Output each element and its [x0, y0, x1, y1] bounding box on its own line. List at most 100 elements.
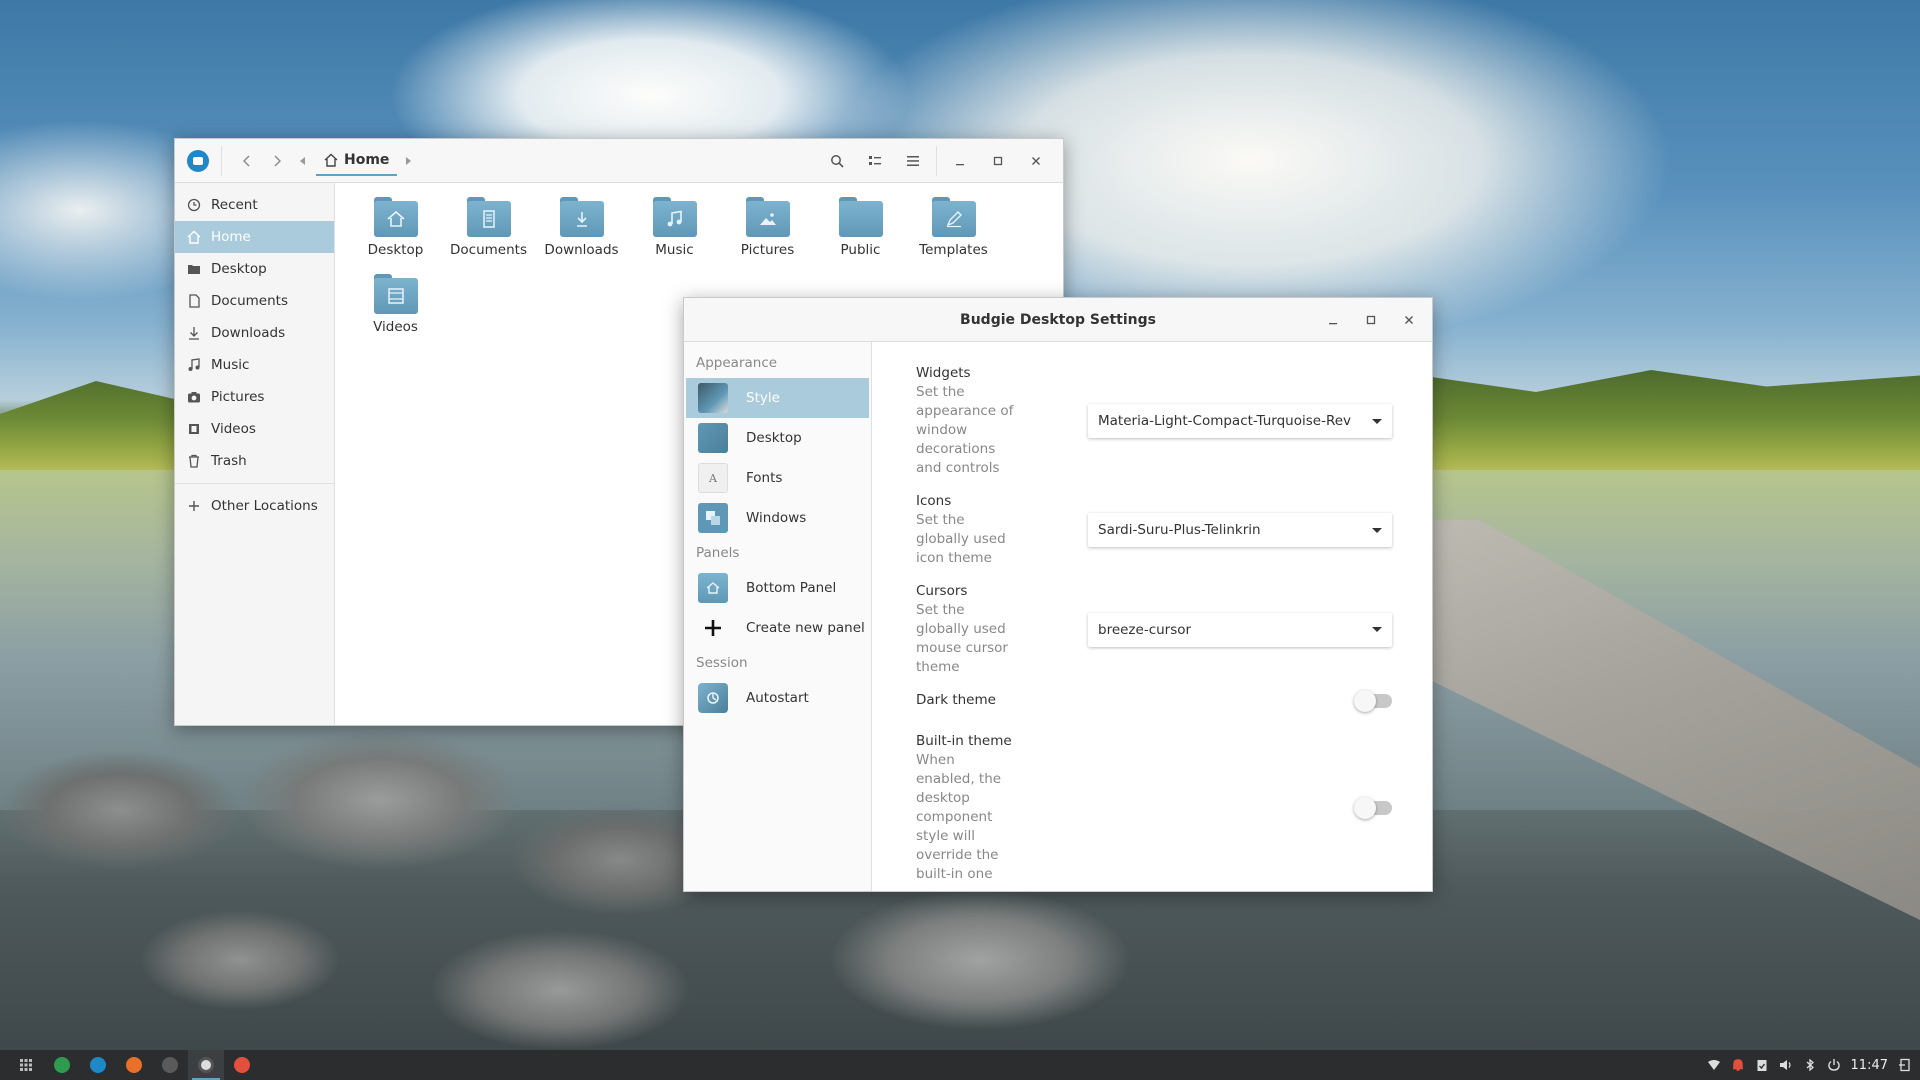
sidebar-item-other-locations[interactable]: Other Locations: [175, 490, 334, 522]
nav-autostart[interactable]: Autostart: [684, 678, 871, 718]
pen-glyph-icon: [946, 211, 962, 228]
nav-windows[interactable]: Windows: [684, 498, 871, 538]
view-toggle-button[interactable]: [856, 146, 894, 176]
builtin-theme-switch[interactable]: [1354, 797, 1392, 819]
nav-desktop[interactable]: Desktop: [684, 418, 871, 458]
folder-videos[interactable]: Videos: [349, 270, 442, 347]
sidebar-item-pictures[interactable]: Pictures: [175, 381, 334, 413]
dropdown-arrow-icon: [1372, 418, 1382, 424]
style-settings-panel: Widgets Set the appearance of window dec…: [872, 342, 1432, 891]
setting-title: Cursors: [916, 583, 968, 599]
folder-label: Documents: [450, 242, 527, 258]
budgie-settings-window: Budgie Desktop Settings Appearance Style…: [683, 297, 1433, 892]
widgets-theme-dropdown[interactable]: Materia-Light-Compact-Turquoise-Rev: [1088, 404, 1392, 438]
list-view-icon: [869, 155, 881, 165]
sidebar-item-documents[interactable]: Documents: [175, 285, 334, 317]
setting-description: Set the globally used mouse cursor theme: [916, 602, 1008, 675]
nav-style[interactable]: Style: [686, 378, 869, 418]
home-icon: [187, 230, 201, 244]
maximize-button[interactable]: [1356, 305, 1386, 335]
nav-bottom-panel[interactable]: Bottom Panel: [684, 568, 871, 608]
folder-music[interactable]: Music: [628, 193, 721, 270]
chevron-left-icon: [243, 155, 250, 166]
folder-downloads[interactable]: Downloads: [535, 193, 628, 270]
minimize-icon: [1329, 322, 1337, 324]
minimize-button[interactable]: [941, 146, 979, 176]
taskbar-app-settings[interactable]: [188, 1050, 224, 1080]
taskbar-app-firefox[interactable]: [116, 1050, 152, 1080]
folder-icon: [652, 197, 697, 237]
system-tray: 11:47: [1707, 1058, 1912, 1073]
sidebar-item-videos[interactable]: Videos: [175, 413, 334, 445]
cursor-theme-dropdown[interactable]: breeze-cursor: [1088, 612, 1392, 647]
folder-icon: [931, 197, 976, 237]
taskbar-app-recorder[interactable]: [224, 1050, 260, 1080]
maximize-button[interactable]: [979, 146, 1017, 176]
folder-icon: [466, 197, 511, 237]
minimize-button[interactable]: [1318, 305, 1348, 335]
nav-create-new-panel[interactable]: Create new panel: [684, 608, 871, 648]
settings-titlebar: Budgie Desktop Settings: [684, 298, 1432, 342]
music-glyph-icon: [667, 210, 682, 227]
sidebar-item-music[interactable]: Music: [175, 349, 334, 381]
header-separator: [936, 145, 937, 176]
folder-label: Music: [655, 242, 694, 258]
folder-public[interactable]: Public: [814, 193, 907, 270]
desktop-folder-icon: [188, 265, 200, 274]
hamburger-icon: [907, 155, 919, 166]
back-button[interactable]: [232, 146, 262, 176]
menu-button[interactable]: [894, 146, 932, 176]
files-icon: [90, 1057, 106, 1073]
taskbar-app-installer[interactable]: [44, 1050, 80, 1080]
folder-templates[interactable]: Templates: [907, 193, 1000, 270]
files-app-icon: [187, 149, 209, 172]
path-left-button[interactable]: [292, 146, 314, 176]
sidebar-item-desktop[interactable]: Desktop: [175, 253, 334, 285]
notification-tray-button[interactable]: [1731, 1058, 1745, 1072]
dark-theme-switch[interactable]: [1354, 689, 1392, 712]
sidebar-item-label: Documents: [211, 293, 288, 309]
show-desktop-button[interactable]: [1898, 1058, 1912, 1072]
folder-label: Downloads: [544, 242, 619, 258]
sidebar-item-downloads[interactable]: Downloads: [175, 317, 334, 349]
close-button[interactable]: [1017, 146, 1055, 176]
search-button[interactable]: [818, 146, 856, 176]
panel-icon: [698, 573, 728, 603]
switch-knob: [1354, 689, 1376, 712]
power-tray-button[interactable]: [1827, 1058, 1841, 1072]
sidebar-item-label: Music: [211, 357, 250, 373]
clock[interactable]: 11:47: [1851, 1058, 1888, 1073]
triangle-left-icon: [300, 156, 305, 165]
taskbar-app-sublime[interactable]: [152, 1050, 188, 1080]
taskbar-app-files[interactable]: [80, 1050, 116, 1080]
forward-button[interactable]: [262, 146, 292, 176]
sidebar-item-label: Home: [211, 229, 251, 245]
breadcrumb-label: Home: [344, 151, 390, 168]
nav-label: Create new panel: [746, 620, 865, 636]
volume-tray-button[interactable]: [1779, 1058, 1793, 1072]
folder-desktop[interactable]: Desktop: [349, 193, 442, 270]
close-button[interactable]: [1394, 305, 1424, 335]
bluetooth-icon: [1806, 1058, 1814, 1072]
setting-icons: Icons Set the globally used icon theme S…: [916, 492, 1392, 568]
folder-icon: [745, 197, 790, 237]
music-icon: [188, 358, 200, 371]
maximize-icon: [993, 156, 1003, 165]
bluetooth-tray-button[interactable]: [1803, 1058, 1817, 1072]
clipboard-tray-button[interactable]: [1755, 1058, 1769, 1072]
icon-theme-dropdown[interactable]: Sardi-Suru-Plus-Telinkrin: [1088, 513, 1392, 547]
sidebar-item-trash[interactable]: Trash: [175, 445, 334, 477]
wifi-tray-button[interactable]: [1707, 1058, 1721, 1072]
app-menu-button[interactable]: [8, 1050, 44, 1080]
folder-documents[interactable]: Documents: [442, 193, 535, 270]
sidebar-item-recent[interactable]: Recent: [175, 189, 334, 221]
folder-pictures[interactable]: Pictures: [721, 193, 814, 270]
sidebar-item-label: Trash: [211, 453, 247, 469]
sidebar-item-home[interactable]: Home: [175, 221, 334, 253]
power-icon: [1827, 1059, 1840, 1071]
nav-fonts[interactable]: A Fonts: [684, 458, 871, 498]
breadcrumb-home[interactable]: Home: [316, 146, 398, 176]
download-icon: [189, 327, 199, 340]
setting-title: Dark theme: [916, 692, 996, 708]
path-right-button[interactable]: [397, 146, 419, 176]
